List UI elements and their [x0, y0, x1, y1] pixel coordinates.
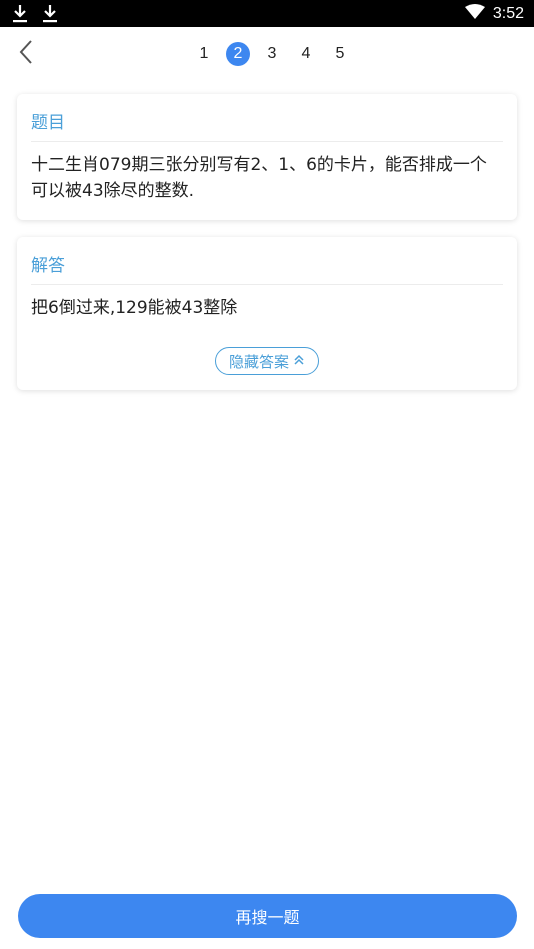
chevron-left-icon — [18, 39, 34, 69]
answer-card: 解答 把6倒过来,129能被43整除 隐藏答案 — [17, 237, 517, 390]
status-time: 3:52 — [492, 4, 524, 22]
page-4-button[interactable]: 4 — [294, 42, 318, 66]
question-card: 题目 十二生肖079期三张分别写有2、1、6的卡片，能否排成一个可以被43除尽的… — [17, 94, 517, 220]
status-bar: 3:52 — [0, 0, 534, 27]
download-icon — [12, 4, 28, 24]
search-again-button[interactable]: 再搜一题 — [18, 894, 517, 938]
back-button[interactable] — [12, 39, 40, 69]
status-left — [12, 4, 58, 24]
download-icon — [42, 4, 58, 24]
status-right: 3:52 — [464, 3, 524, 24]
hide-answer-button[interactable]: 隐藏答案 — [215, 347, 319, 375]
page-1-button[interactable]: 1 — [192, 42, 216, 66]
top-nav: 1 2 3 4 5 — [0, 27, 534, 81]
answer-title: 解答 — [31, 256, 65, 276]
question-text: 十二生肖079期三张分别写有2、1、6的卡片，能否排成一个可以被43除尽的整数. — [31, 155, 487, 201]
divider — [31, 141, 503, 142]
wifi-icon — [464, 3, 485, 24]
question-title: 题目 — [31, 113, 65, 133]
double-chevron-up-icon — [293, 352, 305, 370]
page-3-button[interactable]: 3 — [260, 42, 284, 66]
answer-text: 把6倒过来,129能被43整除 — [31, 298, 238, 318]
page-5-button[interactable]: 5 — [328, 42, 352, 66]
page-2-button[interactable]: 2 — [226, 42, 250, 66]
divider — [31, 284, 503, 285]
page-selector: 1 2 3 4 5 — [192, 41, 362, 67]
hide-answer-label: 隐藏答案 — [228, 352, 289, 371]
